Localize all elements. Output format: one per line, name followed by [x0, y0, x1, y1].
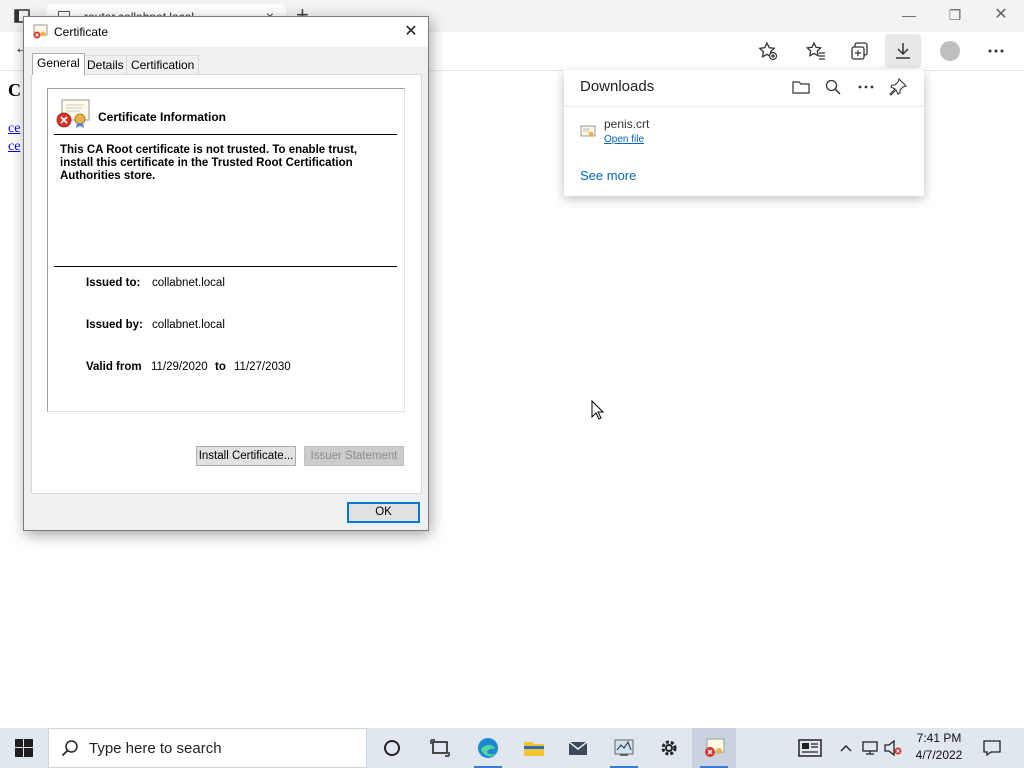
download-filename[interactable]: penis.crt [604, 117, 649, 131]
notification-icon [983, 740, 1001, 757]
search-placeholder: Type here to search [89, 740, 222, 757]
windows-logo-icon [15, 739, 33, 757]
news-widget[interactable] [796, 728, 824, 768]
taskbar-mail[interactable] [556, 728, 600, 768]
issued-to-value: collabnet.local [152, 277, 225, 289]
taskbar: Type here to search 7:41 PM 4/7/2022 [0, 728, 1024, 768]
dialog-close-button[interactable]: ✕ [394, 17, 428, 47]
clock-date: 4/7/2022 [915, 748, 963, 762]
issuer-statement-button[interactable]: Issuer Statement [304, 446, 404, 466]
monitor-app-icon [614, 739, 634, 756]
taskbar-file-explorer[interactable] [512, 728, 556, 768]
trust-warning-text: This CA Root certificate is not trusted.… [60, 144, 358, 182]
valid-to-value: 11/27/2030 [234, 361, 291, 373]
task-view-button[interactable] [418, 728, 462, 768]
chevron-up-icon [840, 745, 852, 752]
clock-time: 7:41 PM [916, 731, 962, 745]
open-file-link[interactable]: Open file [604, 134, 644, 145]
issued-by-label: Issued by: [86, 319, 143, 331]
taskbar-certificate[interactable] [692, 728, 736, 768]
install-certificate-button[interactable]: Install Certificate... [196, 446, 296, 466]
certificate-icon [705, 738, 725, 757]
cortana-icon [384, 740, 400, 756]
pin-icon[interactable] [887, 76, 909, 98]
show-hidden-icons[interactable] [838, 728, 854, 768]
tab-details[interactable]: Details [82, 55, 129, 74]
close-window-button[interactable]: ✕ [978, 4, 1024, 26]
general-tab-panel: Certificate Information This CA Root cer… [31, 74, 422, 494]
profile-avatar[interactable] [940, 41, 960, 61]
task-view-icon [430, 739, 450, 757]
issued-to-label: Issued to: [86, 277, 141, 289]
notification-center-button[interactable] [980, 728, 1004, 768]
folder-icon [524, 742, 544, 756]
taskbar-clock[interactable]: 7:41 PM 4/7/2022 [906, 730, 972, 764]
untrusted-certificate-icon [56, 99, 90, 128]
restore-button[interactable]: ❐ [932, 4, 978, 26]
divider [564, 106, 924, 107]
tab-general[interactable]: General [32, 53, 85, 75]
collections-icon[interactable] [847, 38, 873, 64]
mail-icon [568, 741, 588, 755]
valid-to-label: to [215, 361, 226, 373]
downloads-title: Downloads [580, 78, 655, 95]
more-options-icon[interactable] [855, 76, 877, 98]
gear-icon [661, 740, 677, 756]
start-button[interactable] [0, 728, 48, 768]
search-icon [61, 740, 78, 757]
divider [54, 266, 397, 267]
edge-icon [478, 738, 498, 758]
tab-certification-path[interactable]: Certification Path [126, 55, 200, 90]
downloads-icon[interactable] [885, 34, 921, 68]
taskbar-settings[interactable] [647, 728, 691, 768]
volume-status[interactable] [882, 728, 904, 768]
certificate-info-heading: Certificate Information [98, 110, 227, 124]
more-menu-icon[interactable] [983, 38, 1009, 64]
ok-button[interactable]: OK [347, 502, 420, 523]
dialog-title: Certificate [54, 25, 109, 39]
certificate-info-box: Certificate Information This CA Root cer… [47, 88, 405, 412]
page-title: C [8, 80, 21, 100]
favorites-icon[interactable] [803, 38, 829, 64]
taskbar-app[interactable] [602, 728, 646, 768]
certificate-dialog: Certificate ✕ General Details Certificat… [23, 16, 429, 531]
divider [54, 134, 397, 135]
issued-by-value: collabnet.local [152, 319, 225, 331]
search-icon[interactable] [822, 76, 844, 98]
page-link[interactable]: ce [8, 121, 20, 137]
taskbar-search-box[interactable]: Type here to search [48, 728, 367, 768]
see-more-link[interactable]: See more [580, 168, 636, 183]
dialog-title-bar[interactable]: Certificate ✕ [24, 17, 428, 47]
network-icon [862, 741, 878, 755]
cortana-button[interactable] [370, 728, 414, 768]
valid-from-value: 11/29/2020 [151, 361, 208, 373]
taskbar-edge[interactable] [466, 728, 510, 768]
network-status[interactable] [860, 728, 880, 768]
mouse-cursor-icon [591, 400, 605, 420]
volume-muted-icon [884, 740, 902, 756]
add-favorite-icon[interactable] [755, 38, 781, 64]
certificate-icon [33, 24, 48, 39]
page-link[interactable]: ce [8, 139, 20, 155]
valid-from-label: Valid from [86, 361, 142, 373]
downloads-panel: Downloads penis.crt Open file See more [564, 70, 924, 196]
minimize-button[interactable]: — [886, 4, 932, 26]
folder-icon[interactable] [790, 76, 812, 98]
news-icon [798, 739, 822, 757]
certificate-file-icon [580, 125, 596, 137]
